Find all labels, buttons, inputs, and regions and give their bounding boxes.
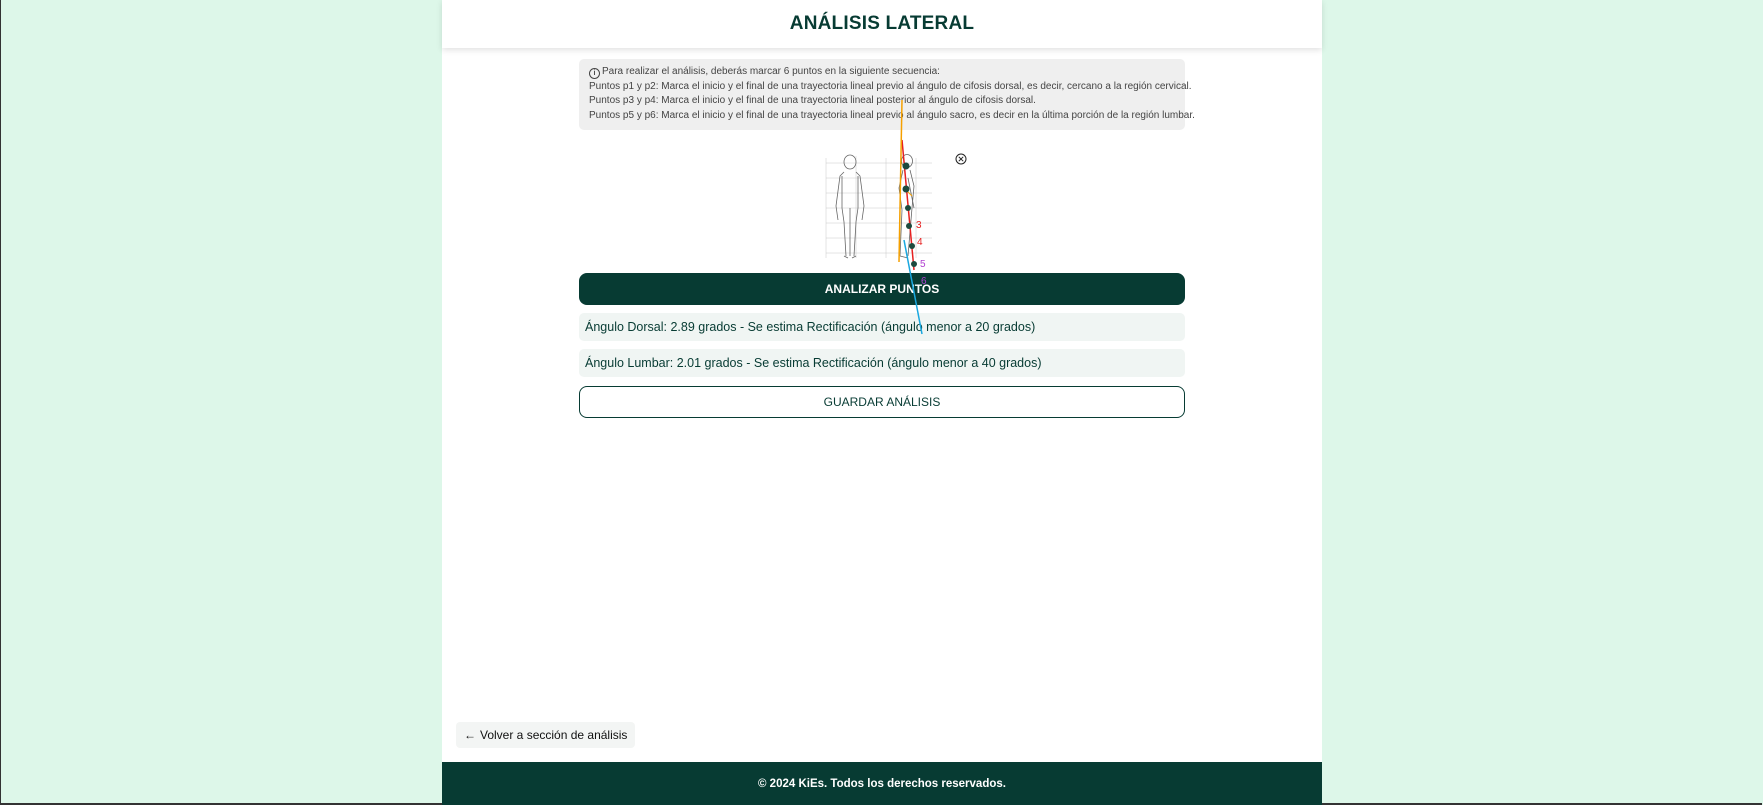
page-header: ANÁLISIS LATERAL xyxy=(442,0,1322,48)
instructions-p1-p2: Puntos p1 y p2: Marca el inicio y el fin… xyxy=(589,80,1192,92)
dorsal-angle-result: Ángulo Dorsal: 2.89 grados - Se estima R… xyxy=(579,313,1185,341)
info-icon: i xyxy=(589,68,600,79)
point-p6[interactable] xyxy=(911,261,917,267)
close-circle-icon[interactable] xyxy=(955,153,967,165)
point-p5[interactable] xyxy=(909,243,915,249)
posture-grid xyxy=(825,156,932,258)
footer-copyright: © 2024 KiEs. Todos los derechos reservad… xyxy=(758,777,1006,790)
instructions-box: i Para realizar el análisis, deberás marc… xyxy=(579,59,1195,130)
instructions-p5-p6: Puntos p5 y p6: Marca el inicio y el fin… xyxy=(589,109,1195,121)
instructions-intro-line: i Para realizar el análisis, deberás marc… xyxy=(589,65,1175,80)
point-label-3: 3 xyxy=(916,220,922,231)
point-p2[interactable] xyxy=(902,185,910,193)
line-p1-p2 xyxy=(901,139,915,271)
save-analysis-button[interactable]: GUARDAR ANÁLISIS xyxy=(579,386,1185,418)
point-label-4: 4 xyxy=(917,237,923,248)
point-label-5: 5 xyxy=(920,259,926,270)
point-p3[interactable] xyxy=(905,205,911,211)
lumbar-angle-result: Ángulo Lumbar: 2.01 grados - Se estima R… xyxy=(579,349,1185,377)
spine-curve xyxy=(903,187,913,197)
arrow-left-icon: ← xyxy=(464,728,476,742)
analyze-points-button[interactable]: ANALIZAR PUNTOS xyxy=(579,273,1185,305)
back-link-label: Volver a sección de análisis xyxy=(480,728,628,742)
instructions-p3-p4: Puntos p3 y p4: Marca el inicio y el fin… xyxy=(589,95,1036,106)
side-body-figure xyxy=(898,154,915,259)
back-to-analysis-link[interactable]: ← Volver a sección de análisis xyxy=(456,722,636,748)
page-footer: © 2024 KiEs. Todos los derechos reservad… xyxy=(442,762,1322,805)
instructions-intro: Para realizar el análisis, deberás marca… xyxy=(602,66,940,77)
page-title: ANÁLISIS LATERAL xyxy=(789,13,975,34)
point-p1[interactable] xyxy=(902,162,910,170)
point-p4[interactable] xyxy=(906,223,912,229)
front-body-figure xyxy=(835,154,865,259)
main-content: i Para realizar el análisis, deberás marc… xyxy=(579,59,1195,418)
page-container: ANÁLISIS LATERAL i Para realizar el análi… xyxy=(442,0,1322,805)
